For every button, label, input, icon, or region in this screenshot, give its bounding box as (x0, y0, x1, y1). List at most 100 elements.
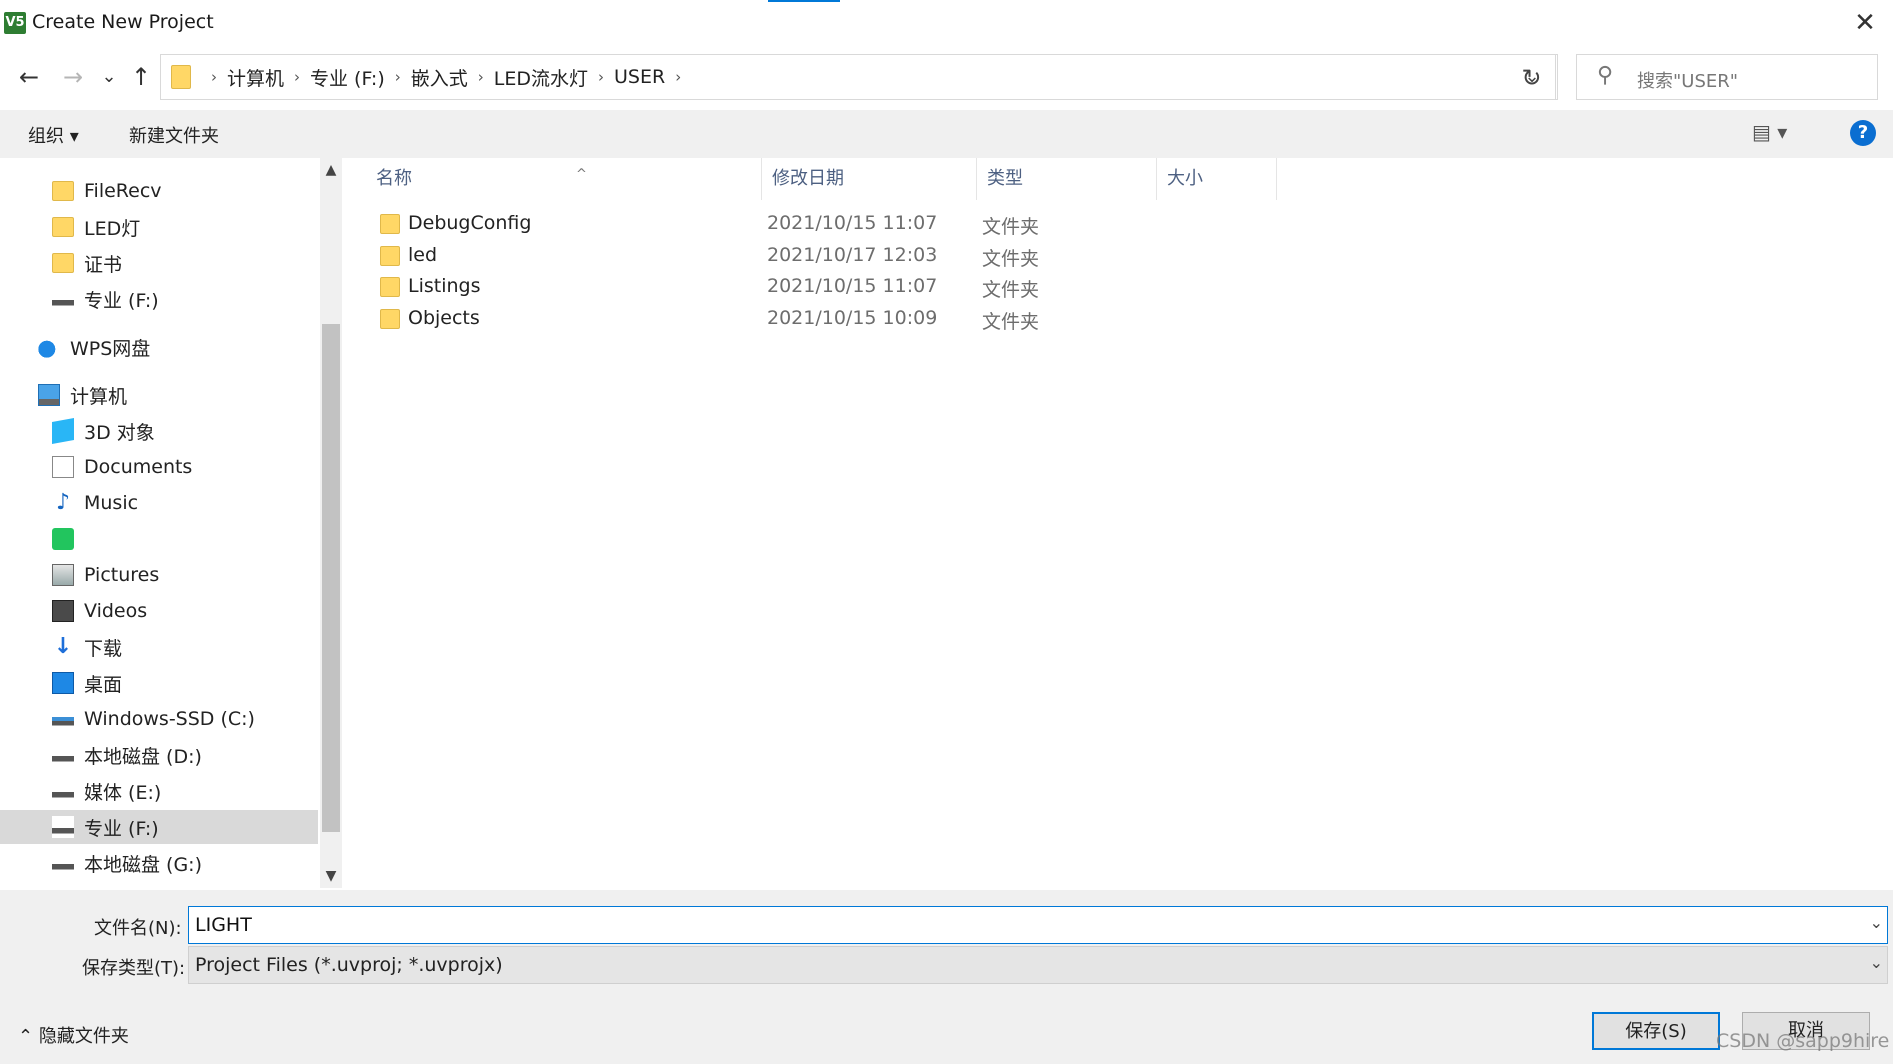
folder-icon (52, 217, 74, 237)
file-date: 2021/10/17 12:03 (767, 243, 938, 266)
file-date: 2021/10/15 11:07 (767, 275, 938, 297)
chevron-down-icon[interactable]: ⌄ (1870, 913, 1883, 932)
forward-button[interactable]: → (56, 60, 90, 94)
sidebar-item[interactable]: Windows-SSD (C:) (0, 702, 318, 736)
save-button[interactable]: 保存(S) (1592, 1012, 1720, 1050)
recent-locations-button[interactable]: ⌄ (92, 60, 126, 94)
new-folder-button[interactable]: 新建文件夹 (129, 122, 219, 148)
desktop-icon (52, 672, 74, 694)
drive-icon (52, 816, 74, 838)
sidebar-item[interactable]: 桌面 (0, 666, 318, 700)
sidebar-item[interactable]: ↓ 下载 (0, 630, 318, 664)
search-input[interactable]: ⚲ 搜索"USER" (1576, 54, 1878, 100)
chevron-down-icon[interactable]: ⌄ (1870, 953, 1883, 972)
breadcrumb-separator[interactable]: › (395, 68, 401, 86)
sidebar-item[interactable]: 媒体 (E:) (0, 774, 318, 808)
hide-folders-toggle[interactable]: ⌃ 隐藏文件夹 (18, 1022, 129, 1048)
table-row[interactable]: DebugConfig 2021/10/15 11:07 文件夹 (376, 210, 1076, 240)
title-accent-line (768, 0, 840, 2)
sidebar-item[interactable]: Videos (0, 594, 318, 628)
watermark: CSDN @sapp9hire (1716, 1030, 1890, 1052)
folder-icon (380, 308, 400, 329)
sidebar-item[interactable]: LED灯 (0, 210, 318, 244)
sidebar-item[interactable]: 本地磁盘 (G:) (0, 846, 318, 880)
documents-icon (52, 456, 74, 478)
cloud-icon (38, 336, 60, 358)
sidebar-item-label: 证书 (84, 253, 123, 276)
breadcrumb-drive-f[interactable]: 专业 (F:) (310, 64, 385, 91)
pictures-icon (52, 564, 74, 586)
file-list[interactable]: 名称 ^ 修改日期 类型 大小 DebugConfig 2021/10/15 11… (346, 158, 1893, 888)
window-title: Create New Project (32, 11, 214, 33)
sidebar-item[interactable]: WPS网盘 (0, 330, 318, 364)
sidebar-item[interactable]: Pictures (0, 558, 318, 592)
filetype-value: Project Files (*.uvproj; *.uvprojx) (195, 954, 503, 976)
folder-icon (52, 181, 74, 201)
breadcrumb-separator[interactable]: › (478, 68, 484, 86)
sidebar-item[interactable]: Documents (0, 450, 318, 484)
column-header-size[interactable]: 大小 (1157, 158, 1277, 200)
sidebar-item[interactable]: ♪ Music (0, 486, 318, 520)
sidebar-item-label: Windows-SSD (C:) (84, 708, 255, 730)
breadcrumb-separator[interactable]: › (598, 68, 604, 86)
folder-icon (52, 253, 74, 273)
back-button[interactable]: ← (12, 60, 46, 94)
sidebar-item[interactable]: FileRecv (0, 174, 318, 208)
breadcrumb-separator[interactable]: › (294, 68, 300, 86)
file-type: 文件夹 (982, 216, 1040, 238)
sidebar-item-label: WPS网盘 (70, 337, 151, 360)
organize-button[interactable]: 组织 ▾ (28, 122, 79, 148)
close-button[interactable]: ✕ (1837, 0, 1893, 46)
scrollbar-thumb[interactable] (322, 324, 340, 832)
sidebar-item[interactable] (0, 522, 318, 556)
sidebar-item[interactable]: 证书 (0, 246, 318, 280)
navigation-pane[interactable]: FileRecv LED灯证书专业 (F:) WPS网盘计算机 3D 对象 Docume… (0, 158, 346, 888)
table-row[interactable]: led 2021/10/17 12:03 文件夹 (376, 242, 1076, 272)
sidebar-item[interactable]: 专业 (F:) (0, 810, 318, 844)
filetype-select[interactable]: Project Files (*.uvproj; *.uvprojx) ⌄ (188, 946, 1888, 984)
refresh-button[interactable]: ↻ (1506, 54, 1558, 100)
breadcrumb-separator[interactable]: › (675, 68, 681, 86)
up-button[interactable]: ↑ (124, 60, 158, 94)
file-type: 文件夹 (982, 310, 1040, 333)
scroll-down-icon[interactable]: ▼ (320, 868, 342, 884)
drive-icon (52, 780, 74, 802)
breadcrumb: › 计算机 › 专业 (F:) › 嵌入式 › LED流水灯 › USER › (201, 55, 691, 99)
hide-folders-label: 隐藏文件夹 (38, 1026, 129, 1047)
sidebar-item[interactable]: 计算机 (0, 378, 318, 412)
help-icon[interactable]: ? (1850, 120, 1876, 146)
file-type: 文件夹 (982, 279, 1040, 301)
sidebar-item-label: 媒体 (E:) (84, 781, 162, 804)
table-row[interactable]: Listings 2021/10/15 11:07 文件夹 (376, 273, 1076, 303)
breadcrumb-led[interactable]: LED流水灯 (494, 64, 588, 91)
sidebar-item[interactable]: 本地磁盘 (D:) (0, 738, 318, 772)
column-header-name[interactable]: 名称 ^ (366, 158, 762, 200)
column-header-type[interactable]: 类型 (977, 158, 1157, 200)
file-type: 文件夹 (982, 247, 1040, 270)
column-header-date[interactable]: 修改日期 (762, 158, 977, 200)
sidebar-item-label: 桌面 (84, 673, 123, 696)
navigation-scrollbar[interactable]: ▲ ▼ (320, 158, 342, 888)
filename-input[interactable] (195, 911, 1835, 939)
column-name-label: 名称 (376, 168, 412, 189)
sidebar-item-label: LED灯 (84, 217, 141, 240)
scroll-up-icon[interactable]: ▲ (320, 162, 342, 178)
view-options-button[interactable]: ▤ ▾ (1752, 120, 1787, 144)
sidebar-item-label: 3D 对象 (84, 421, 155, 444)
table-row[interactable]: Objects 2021/10/15 10:09 文件夹 (376, 305, 1076, 335)
sidebar-item-label: 计算机 (70, 385, 128, 408)
filename-label: 文件名(N): (94, 918, 182, 939)
app-icon: V5 (4, 12, 26, 34)
breadcrumb-embedded[interactable]: 嵌入式 (411, 64, 468, 91)
address-bar[interactable]: › 计算机 › 专业 (F:) › 嵌入式 › LED流水灯 › USER › … (160, 54, 1556, 100)
filename-field[interactable]: ⌄ (188, 906, 1888, 944)
breadcrumb-user[interactable]: USER (614, 66, 665, 88)
computer-icon (38, 384, 60, 406)
sidebar-item[interactable]: 3D 对象 (0, 414, 318, 448)
sidebar-item[interactable]: 专业 (F:) (0, 282, 318, 316)
folder-icon (171, 65, 191, 89)
search-placeholder: 搜索"USER" (1637, 71, 1739, 92)
save-options-panel: 文件名(N): ⌄ 保存类型(T): Project Files (*.uvpr… (0, 890, 1893, 1064)
breadcrumb-computer[interactable]: 计算机 (227, 64, 284, 91)
folder-icon (380, 245, 400, 266)
